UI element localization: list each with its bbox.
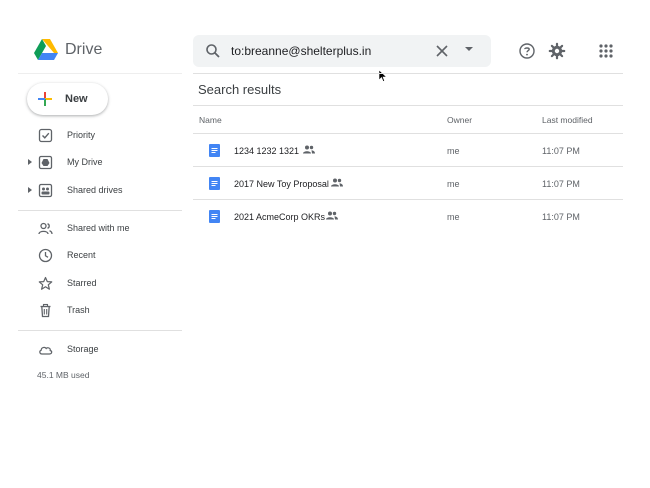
sidebar-item-my-drive[interactable]: My Drive bbox=[18, 152, 182, 174]
table-row[interactable]: 2017 New Toy Proposal me 11:07 PM bbox=[193, 166, 623, 199]
apps-grid-icon[interactable] bbox=[597, 42, 615, 60]
help-icon[interactable] bbox=[518, 42, 536, 60]
shared-people-icon bbox=[303, 145, 315, 154]
results-divider bbox=[193, 105, 623, 106]
table-row[interactable]: 2021 AcmeCorp OKRs me 11:07 PM bbox=[193, 199, 623, 232]
trash-icon bbox=[40, 303, 51, 318]
file-name: 1234 1232 1321 bbox=[234, 146, 300, 156]
search-icon[interactable] bbox=[205, 43, 221, 59]
search-input[interactable] bbox=[231, 41, 416, 61]
sidebar-item-trash[interactable]: Trash bbox=[18, 300, 182, 322]
cloud-icon bbox=[39, 346, 53, 355]
clock-icon bbox=[38, 248, 53, 263]
priority-icon bbox=[38, 128, 53, 143]
file-owner: me bbox=[447, 212, 460, 222]
expand-arrow-icon[interactable] bbox=[28, 187, 32, 193]
mouse-cursor-icon bbox=[379, 70, 387, 82]
sidebar-divider bbox=[18, 330, 182, 331]
header-divider bbox=[193, 73, 623, 74]
sidebar-item-priority[interactable]: Priority bbox=[18, 125, 182, 147]
close-icon[interactable] bbox=[435, 44, 449, 58]
gear-icon[interactable] bbox=[548, 42, 566, 60]
new-button[interactable]: New bbox=[27, 83, 108, 115]
new-button-label: New bbox=[65, 93, 88, 105]
header-divider-left bbox=[18, 73, 182, 74]
sidebar-item-recent[interactable]: Recent bbox=[18, 245, 182, 267]
sidebar-item-starred[interactable]: Starred bbox=[18, 273, 182, 295]
drive-logo-icon bbox=[34, 39, 58, 60]
column-header-owner[interactable]: Owner bbox=[447, 115, 472, 125]
sidebar-item-shared-with-me[interactable]: Shared with me bbox=[18, 218, 182, 240]
google-docs-icon bbox=[209, 144, 220, 157]
shared-people-icon bbox=[326, 211, 338, 220]
sidebar-item-label: My Drive bbox=[67, 157, 103, 167]
expand-arrow-icon[interactable] bbox=[28, 159, 32, 165]
sidebar-item-label: Recent bbox=[67, 250, 96, 260]
file-last-modified: 11:07 PM bbox=[542, 179, 580, 189]
shared-drives-icon bbox=[38, 183, 53, 198]
sidebar-item-label: Starred bbox=[67, 278, 97, 288]
search-bar[interactable] bbox=[193, 35, 491, 67]
file-owner: me bbox=[447, 146, 460, 156]
sidebar-item-shared-drives[interactable]: Shared drives bbox=[18, 180, 182, 202]
file-name: 2021 AcmeCorp OKRs bbox=[234, 212, 326, 222]
sidebar-divider bbox=[18, 210, 182, 211]
sidebar-item-label: Trash bbox=[67, 305, 90, 315]
sidebar-item-label: Shared drives bbox=[67, 185, 123, 195]
star-icon bbox=[38, 276, 53, 290]
google-docs-icon bbox=[209, 210, 220, 223]
file-owner: me bbox=[447, 179, 460, 189]
page-title: Search results bbox=[198, 82, 282, 97]
sidebar-item-label: Storage bbox=[67, 344, 99, 354]
sidebar-item-storage[interactable]: Storage bbox=[18, 339, 182, 361]
plus-icon bbox=[38, 92, 52, 106]
search-options-dropdown-icon[interactable] bbox=[465, 47, 473, 51]
google-docs-icon bbox=[209, 177, 220, 190]
file-last-modified: 11:07 PM bbox=[542, 146, 580, 156]
my-drive-icon bbox=[38, 155, 53, 170]
shared-with-me-icon bbox=[38, 222, 53, 235]
app-title: Drive bbox=[65, 41, 103, 58]
column-header-name[interactable]: Name bbox=[199, 115, 222, 125]
drive-logo[interactable]: Drive bbox=[33, 38, 102, 62]
storage-used-text: 45.1 MB used bbox=[37, 370, 90, 380]
file-name: 2017 New Toy Proposal bbox=[234, 179, 329, 189]
shared-people-icon bbox=[331, 178, 343, 187]
sidebar-item-label: Priority bbox=[67, 130, 96, 140]
table-row[interactable]: 1234 1232 1321 me 11:07 PM bbox=[193, 133, 623, 166]
column-header-last-modified[interactable]: Last modified bbox=[542, 115, 593, 125]
file-last-modified: 11:07 PM bbox=[542, 212, 580, 222]
sidebar-item-label: Shared with me bbox=[67, 223, 130, 233]
